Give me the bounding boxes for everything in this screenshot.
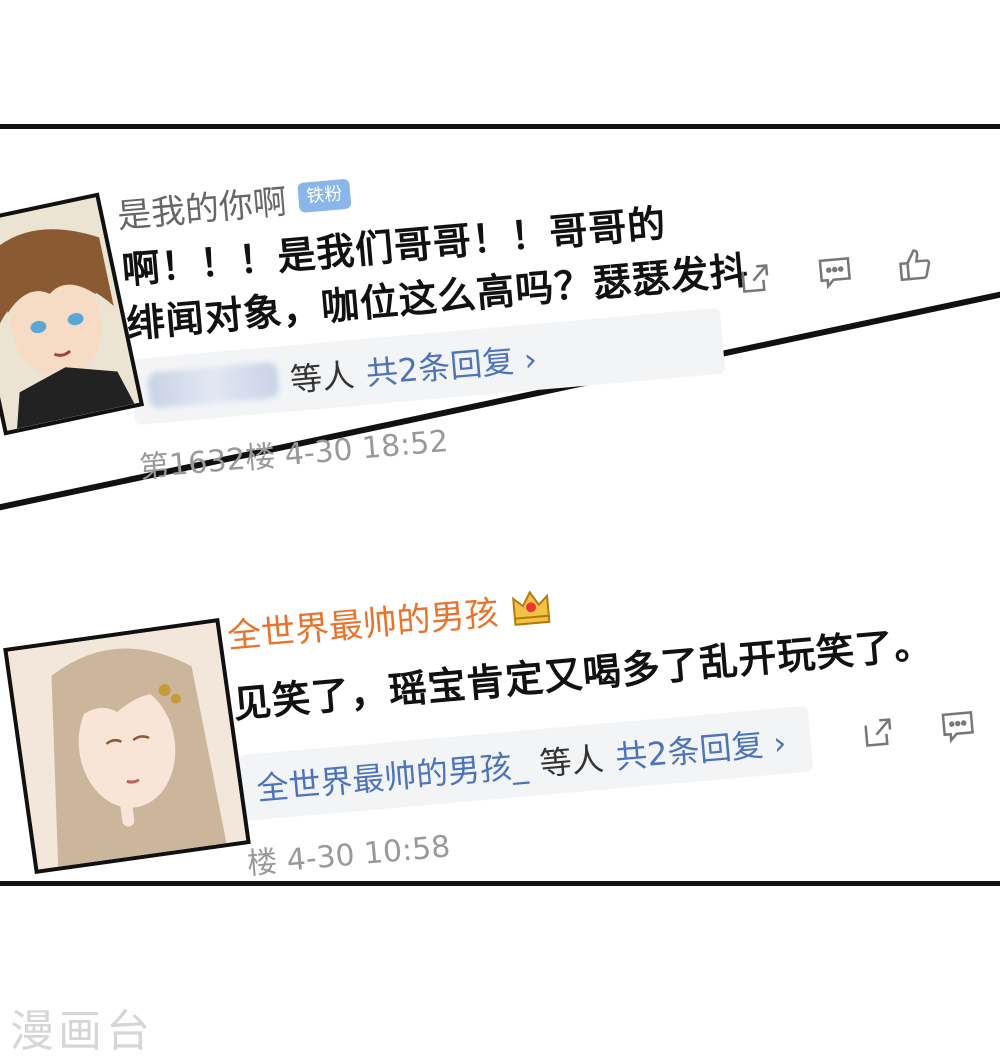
comment-card-2: 全世界最帅的男孩 见笑了，瑶宝肯定又喝多了乱开玩笑了。 全世界最帅的男孩_ 等人… xyxy=(225,539,1000,881)
crown-vip-icon xyxy=(508,585,553,629)
comment-icon[interactable] xyxy=(936,704,980,751)
like-icon[interactable] xyxy=(893,243,937,290)
reply-count-link[interactable]: 共2条回复 › xyxy=(613,718,788,779)
fan-badge: 铁粉 xyxy=(297,178,352,213)
reply-username[interactable]: 全世界最帅的男孩_ xyxy=(255,740,530,810)
username-label[interactable]: 是我的你啊 xyxy=(115,174,289,238)
reply-suffix: 等人 xyxy=(288,355,356,400)
action-bar xyxy=(857,704,980,758)
reply-suffix: 等人 xyxy=(538,739,606,784)
comment-icon[interactable] xyxy=(813,250,857,297)
blonde-girl-avatar[interactable] xyxy=(3,617,251,875)
share-icon[interactable] xyxy=(734,257,778,304)
watermark: 漫画台 xyxy=(10,1006,154,1057)
username-label[interactable]: 全世界最帅的男孩 xyxy=(225,585,500,658)
reply-count-link[interactable]: 共2条回复 › xyxy=(364,334,539,395)
comment-card-1: 是我的你啊 铁粉 啊！！！是我们哥哥！！哥哥的 绯闻对象，咖位这么高吗？瑟瑟发抖… xyxy=(115,129,1000,518)
blurred-name xyxy=(147,361,280,409)
share-icon[interactable] xyxy=(857,711,901,758)
